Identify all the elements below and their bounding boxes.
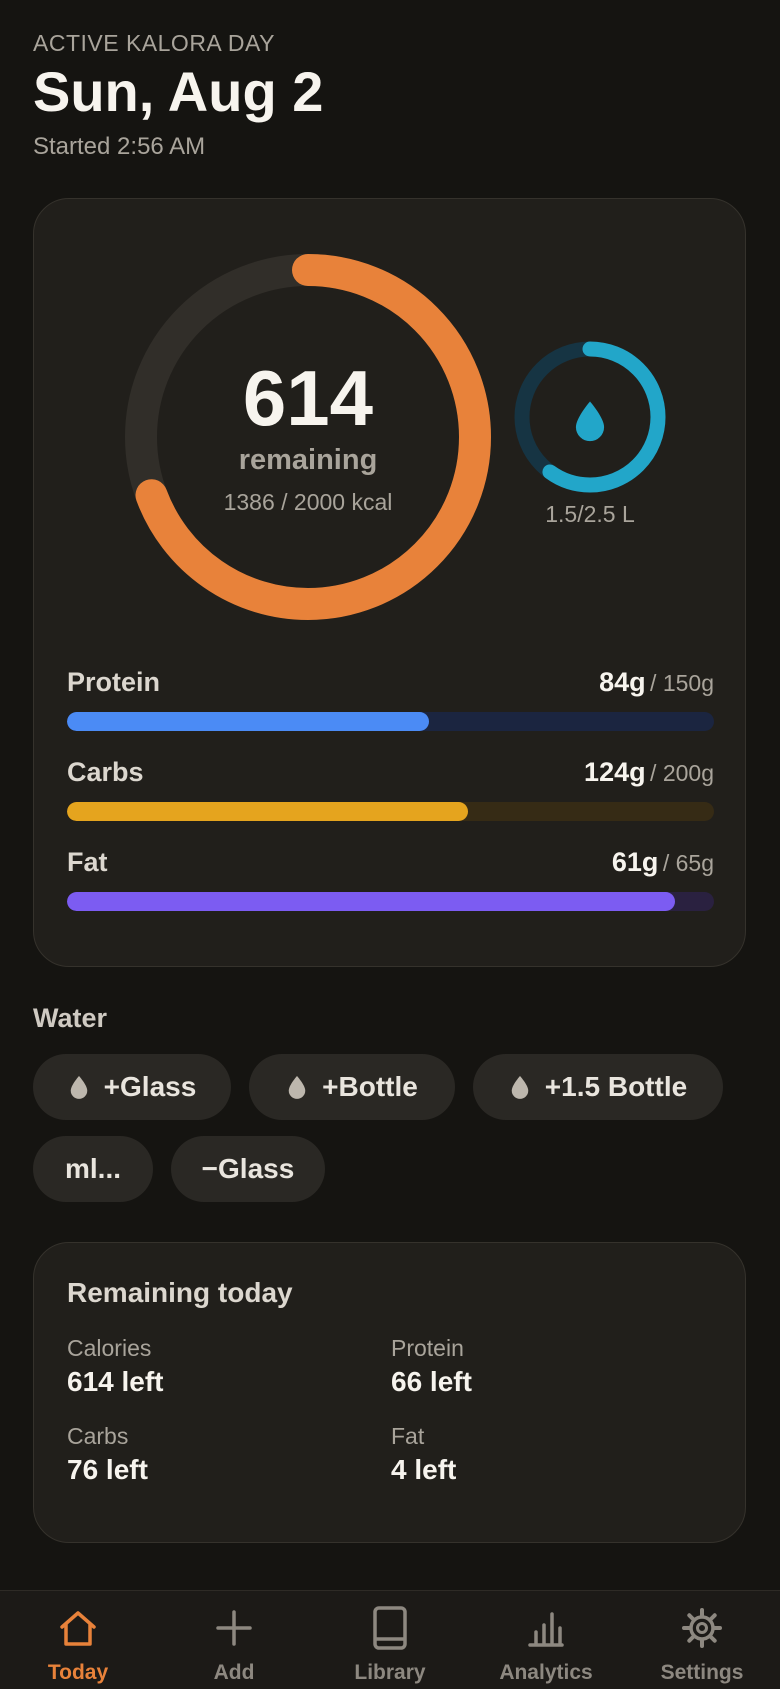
- macro-goal: / 200g: [650, 760, 714, 786]
- remaining-value: 76 left: [67, 1454, 148, 1485]
- bar-chart-icon: [481, 1605, 611, 1651]
- tab-library[interactable]: Library: [325, 1605, 455, 1685]
- remaining-fat: Fat 4 left: [391, 1423, 456, 1486]
- remaining-today-card: Remaining today Calories 614 left Protei…: [33, 1242, 746, 1543]
- remaining-carbs: Carbs 76 left: [67, 1423, 148, 1486]
- water-drop-icon: [575, 401, 605, 442]
- tab-settings[interactable]: Settings: [637, 1605, 767, 1685]
- bottom-tab-bar: Today Add Library Analytics Settings: [0, 1590, 780, 1689]
- macro-track: [67, 712, 714, 731]
- add-glass-button[interactable]: +Glass: [33, 1054, 231, 1120]
- water-drop-icon: [68, 1073, 90, 1101]
- calories-remaining-label: remaining: [238, 444, 378, 476]
- tab-label: Add: [213, 1661, 255, 1684]
- chip-label: ml...: [64, 1153, 121, 1184]
- calorie-ring-center: 614 remaining 1386 / 2000 kcal: [118, 247, 498, 627]
- macro-fat: Fat 61g / 65g: [67, 847, 714, 911]
- page-title: Sun, Aug 2: [33, 60, 324, 123]
- calories-summary: 1386 / 2000 kcal: [223, 489, 393, 515]
- macro-name: Protein: [67, 667, 161, 697]
- macro-carbs: Carbs 124g / 200g: [67, 757, 714, 821]
- macro-track: [67, 892, 714, 911]
- remaining-label: Calories: [67, 1335, 152, 1361]
- remaining-today-title: Remaining today: [67, 1277, 293, 1308]
- home-icon: [13, 1605, 143, 1651]
- chip-label: +Bottle: [322, 1071, 418, 1102]
- custom-ml-button[interactable]: ml...: [33, 1136, 153, 1202]
- remaining-protein: Protein 66 left: [391, 1335, 472, 1398]
- tab-add[interactable]: Add: [169, 1605, 299, 1685]
- macro-value: 84g: [599, 667, 646, 697]
- macro-name: Fat: [67, 847, 108, 877]
- day-status-label: ACTIVE KALORA DAY: [33, 30, 275, 56]
- book-icon: [325, 1605, 455, 1651]
- gear-icon: [637, 1605, 767, 1651]
- macro-track: [67, 802, 714, 821]
- chip-label: +Glass: [103, 1071, 197, 1102]
- water-progress-text: 1.5/2.5 L: [545, 501, 635, 527]
- add-one-and-half-bottle-button[interactable]: +1.5 Bottle: [473, 1054, 723, 1120]
- macro-value: 124g: [584, 757, 646, 787]
- remaining-value: 66 left: [391, 1366, 472, 1397]
- remaining-value: 4 left: [391, 1454, 457, 1485]
- tab-label: Today: [47, 1661, 109, 1684]
- tab-label: Analytics: [499, 1661, 593, 1684]
- plus-icon: [169, 1605, 299, 1651]
- remaining-label: Carbs: [67, 1423, 129, 1449]
- tab-label: Library: [354, 1661, 426, 1684]
- chip-label: −Glass: [201, 1153, 295, 1184]
- progress-rings: 614 remaining 1386 / 2000 kcal 1.5/2.5 L: [34, 199, 745, 639]
- tab-analytics[interactable]: Analytics: [481, 1605, 611, 1685]
- started-time: Started 2:56 AM: [33, 133, 206, 160]
- water-drop-icon: [286, 1073, 308, 1101]
- macro-name: Carbs: [67, 757, 144, 787]
- daily-summary-card: 614 remaining 1386 / 2000 kcal 1.5/2.5 L…: [33, 198, 746, 967]
- remove-glass-button[interactable]: −Glass: [171, 1136, 325, 1202]
- chip-label: +1.5 Bottle: [544, 1071, 688, 1102]
- tab-today[interactable]: Today: [13, 1605, 143, 1685]
- page-header: ACTIVE KALORA DAY Sun, Aug 2 Started 2:5…: [33, 30, 323, 161]
- add-bottle-button[interactable]: +Bottle: [249, 1054, 455, 1120]
- macro-goal: / 150g: [650, 670, 714, 696]
- water-section-title: Water: [33, 1003, 108, 1033]
- remaining-label: Fat: [391, 1423, 425, 1449]
- macro-fill: [67, 712, 430, 731]
- water-drop-icon: [509, 1073, 531, 1101]
- macro-goal: / 65g: [662, 850, 714, 876]
- remaining-calories: Calories 614 left: [67, 1335, 164, 1398]
- macro-value: 61g: [611, 847, 659, 877]
- macro-protein: Protein 84g / 150g: [67, 667, 714, 731]
- tab-label: Settings: [660, 1661, 744, 1684]
- macro-fill: [67, 802, 469, 821]
- calories-remaining-value: 614: [242, 354, 374, 442]
- macro-fill: [67, 892, 676, 911]
- remaining-label: Protein: [391, 1335, 464, 1361]
- remaining-value: 614 left: [67, 1366, 164, 1397]
